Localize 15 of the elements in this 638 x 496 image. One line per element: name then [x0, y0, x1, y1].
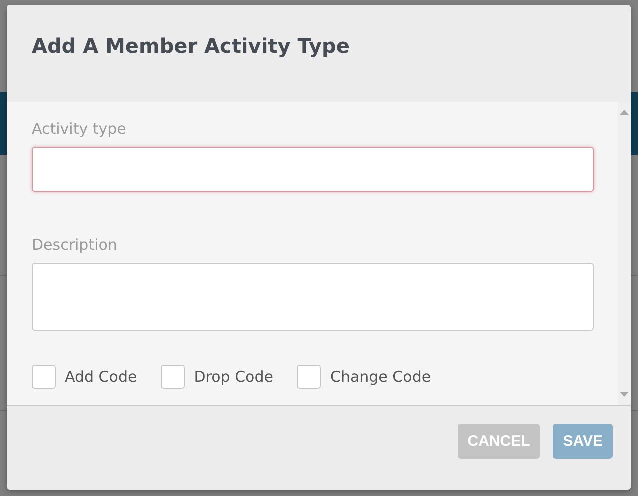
checkbox-label: Drop Code: [194, 368, 274, 386]
checkbox-label: Add Code: [65, 368, 138, 386]
checkbox[interactable]: [161, 365, 186, 389]
input-field[interactable]: [32, 147, 594, 192]
checkbox[interactable]: [32, 365, 56, 389]
checkbox[interactable]: [297, 365, 322, 389]
scroll-down-icon[interactable]: [620, 392, 629, 397]
scroll-up-icon[interactable]: [620, 110, 629, 115]
save-button[interactable]: SAVE: [553, 424, 613, 459]
field-label: Activity type: [32, 120, 128, 138]
description-field[interactable]: [32, 263, 594, 331]
field-label: Description: [32, 236, 118, 254]
checkbox-label: Change Code: [330, 368, 432, 386]
cancel-button[interactable]: CANCEL: [458, 424, 540, 459]
dialog-title: Add A Member Activity Type: [32, 34, 350, 58]
